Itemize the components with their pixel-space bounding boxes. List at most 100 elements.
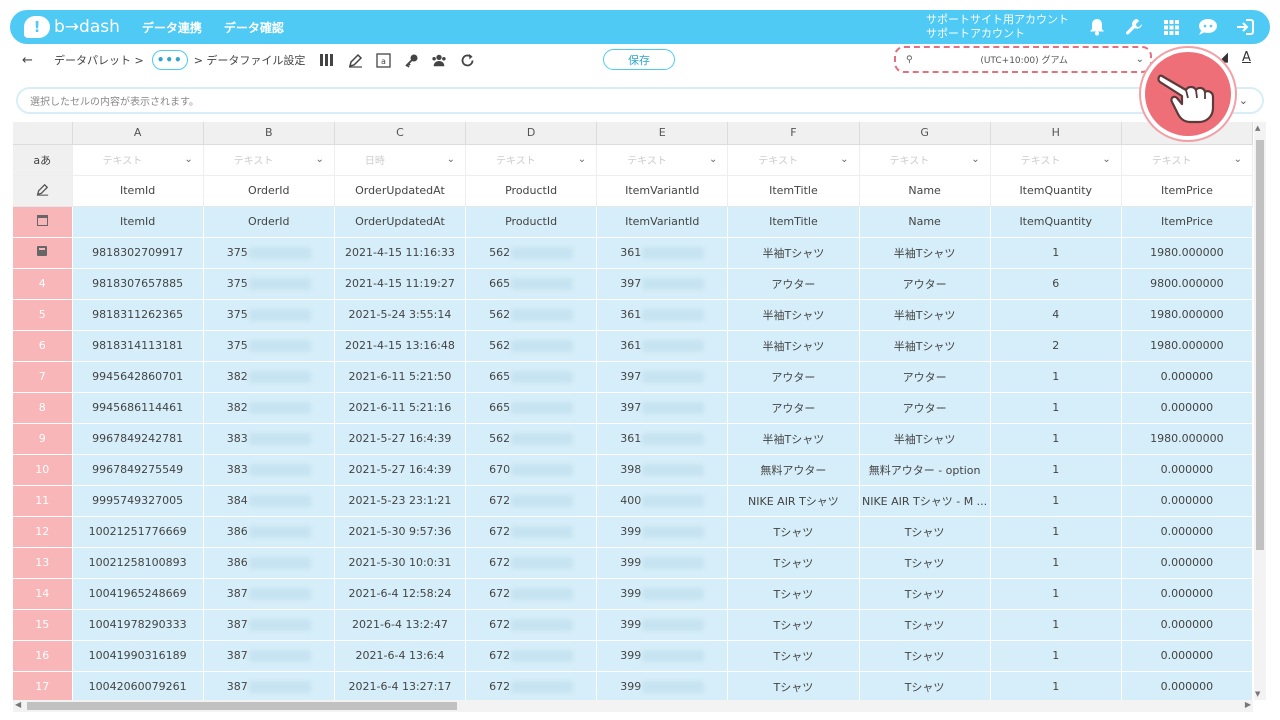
table-cell[interactable]: 387 bbox=[203, 640, 335, 672]
column-type-select[interactable]: テキスト ⌄ bbox=[203, 144, 335, 176]
table-cell[interactable]: 半袖Tシャツ bbox=[859, 330, 991, 362]
table-cell[interactable]: Tシャツ bbox=[859, 516, 991, 548]
table-cell[interactable]: ItemVariantId bbox=[596, 206, 729, 238]
table-cell[interactable]: 399 bbox=[596, 640, 729, 672]
table-cell[interactable]: 1 bbox=[990, 392, 1122, 424]
table-cell[interactable]: 672 bbox=[465, 609, 598, 641]
table-cell[interactable]: 10042060079261 bbox=[72, 671, 204, 700]
table-cell[interactable]: 2021-6-11 5:21:50 bbox=[334, 361, 467, 393]
nav-data-integration[interactable]: データ連携 bbox=[142, 19, 202, 36]
table-cell[interactable]: 672 bbox=[465, 671, 598, 700]
table-cell[interactable]: 383 bbox=[203, 423, 335, 455]
table-cell[interactable]: Tシャツ bbox=[727, 640, 860, 672]
table-cell[interactable]: 398 bbox=[596, 454, 729, 486]
chevron-down-icon[interactable]: ⌄ bbox=[1239, 94, 1248, 107]
table-cell[interactable]: 375 bbox=[203, 330, 335, 362]
table-cell[interactable]: 9818314113181 bbox=[72, 330, 204, 362]
table-cell[interactable]: 2021-4-15 13:16:48 bbox=[334, 330, 467, 362]
column-name-cell[interactable]: ItemPrice bbox=[1121, 175, 1253, 207]
table-cell[interactable]: 0.000000 bbox=[1121, 547, 1253, 579]
table-cell[interactable]: ProductId bbox=[465, 206, 598, 238]
table-cell[interactable]: 399 bbox=[596, 671, 729, 700]
table-cell[interactable]: 397 bbox=[596, 268, 729, 300]
table-cell[interactable]: Tシャツ bbox=[859, 609, 991, 641]
edit-icon[interactable] bbox=[347, 52, 363, 68]
column-type-select[interactable]: テキスト ⌄ bbox=[990, 144, 1122, 176]
table-cell[interactable]: 10041990316189 bbox=[72, 640, 204, 672]
table-cell[interactable]: 0.000000 bbox=[1121, 516, 1253, 548]
table-cell[interactable]: 0.000000 bbox=[1121, 578, 1253, 610]
table-cell[interactable]: 400 bbox=[596, 485, 729, 517]
column-name-cell[interactable]: ItemId bbox=[72, 175, 204, 207]
column-header[interactable]: H bbox=[990, 122, 1122, 145]
table-cell[interactable]: 1 bbox=[990, 516, 1122, 548]
save-button[interactable]: 保存 bbox=[603, 49, 675, 70]
scroll-up-arrow-icon[interactable]: ▲ bbox=[1255, 124, 1260, 132]
table-cell[interactable]: 9967849242781 bbox=[72, 423, 204, 455]
table-cell[interactable]: NIKE AIR Tシャツ bbox=[727, 485, 860, 517]
column-name-cell[interactable]: ItemQuantity bbox=[990, 175, 1122, 207]
table-cell[interactable]: 361 bbox=[596, 237, 729, 269]
table-cell[interactable]: ItemPrice bbox=[1121, 206, 1253, 238]
table-cell[interactable]: 399 bbox=[596, 578, 729, 610]
table-cell[interactable]: 9967849275549 bbox=[72, 454, 204, 486]
table-cell[interactable]: 386 bbox=[203, 547, 335, 579]
table-cell[interactable]: Tシャツ bbox=[727, 547, 860, 579]
row-number[interactable]: 17 bbox=[13, 671, 73, 700]
table-cell[interactable]: Name bbox=[859, 206, 991, 238]
table-cell[interactable]: Tシャツ bbox=[859, 547, 991, 579]
table-cell[interactable]: 2021-6-4 12:58:24 bbox=[334, 578, 467, 610]
table-cell[interactable]: 672 bbox=[465, 516, 598, 548]
table-cell[interactable]: 半袖Tシャツ bbox=[727, 299, 860, 331]
table-cell[interactable]: 1980.000000 bbox=[1121, 423, 1253, 455]
table-cell[interactable]: 9995749327005 bbox=[72, 485, 204, 517]
column-type-select[interactable]: テキスト ⌄ bbox=[727, 144, 860, 176]
table-cell[interactable]: 1 bbox=[990, 454, 1122, 486]
breadcrumb-more-button[interactable]: ••• bbox=[151, 50, 188, 70]
table-cell[interactable]: 1 bbox=[990, 671, 1122, 700]
table-cell[interactable]: 361 bbox=[596, 299, 729, 331]
column-name-cell[interactable]: ItemVariantId bbox=[596, 175, 729, 207]
column-header[interactable]: F bbox=[727, 122, 860, 145]
column-type-select[interactable]: テキスト ⌄ bbox=[859, 144, 991, 176]
row-number[interactable]: 8 bbox=[13, 392, 73, 424]
table-cell[interactable]: 672 bbox=[465, 578, 598, 610]
table-cell[interactable]: Tシャツ bbox=[727, 516, 860, 548]
table-cell[interactable]: 375 bbox=[203, 268, 335, 300]
table-cell[interactable]: 1 bbox=[990, 237, 1122, 269]
table-cell[interactable]: 399 bbox=[596, 609, 729, 641]
table-cell[interactable]: 9800.000000 bbox=[1121, 268, 1253, 300]
table-cell[interactable]: 半袖Tシャツ bbox=[727, 330, 860, 362]
table-cell[interactable]: 2021-5-23 23:1:21 bbox=[334, 485, 467, 517]
table-cell[interactable]: 半袖Tシャツ bbox=[859, 423, 991, 455]
table-cell[interactable]: 0.000000 bbox=[1121, 392, 1253, 424]
table-cell[interactable]: 562 bbox=[465, 330, 598, 362]
scroll-down-arrow-icon[interactable]: ▼ bbox=[1255, 690, 1260, 698]
table-cell[interactable]: 1980.000000 bbox=[1121, 299, 1253, 331]
logout-icon[interactable] bbox=[1233, 15, 1257, 39]
table-cell[interactable]: 1 bbox=[990, 578, 1122, 610]
column-type-select[interactable]: テキスト ⌄ bbox=[72, 144, 204, 176]
table-cell[interactable]: 670 bbox=[465, 454, 598, 486]
table-cell[interactable]: NIKE AIR Tシャツ - M ... bbox=[859, 485, 991, 517]
table-cell[interactable]: 665 bbox=[465, 392, 598, 424]
column-name-cell[interactable]: OrderUpdatedAt bbox=[334, 175, 467, 207]
column-name-cell[interactable]: ProductId bbox=[465, 175, 598, 207]
text-format-icon[interactable]: a bbox=[375, 52, 391, 68]
table-cell[interactable]: 半袖Tシャツ bbox=[859, 299, 991, 331]
table-cell[interactable]: アウター bbox=[727, 268, 860, 300]
table-cell[interactable]: 672 bbox=[465, 485, 598, 517]
table-cell[interactable]: 10041965248669 bbox=[72, 578, 204, 610]
table-cell[interactable]: 半袖Tシャツ bbox=[859, 237, 991, 269]
table-cell[interactable]: 562 bbox=[465, 299, 598, 331]
account-info[interactable]: サポートサイト用アカウント サポートアカウント bbox=[926, 13, 1069, 41]
column-type-select[interactable]: 日時 ⌄ bbox=[334, 144, 467, 176]
key-icon[interactable] bbox=[403, 52, 419, 68]
column-header[interactable]: B bbox=[203, 122, 335, 145]
table-cell[interactable]: 1980.000000 bbox=[1121, 237, 1253, 269]
timezone-select[interactable]: ⚲ (UTC+10:00) グアム ⌄ bbox=[894, 46, 1152, 73]
table-cell[interactable]: 1 bbox=[990, 640, 1122, 672]
vertical-scroll-thumb[interactable] bbox=[1256, 140, 1264, 550]
column-type-select[interactable]: テキスト ⌄ bbox=[465, 144, 598, 176]
bell-icon[interactable] bbox=[1085, 15, 1109, 39]
